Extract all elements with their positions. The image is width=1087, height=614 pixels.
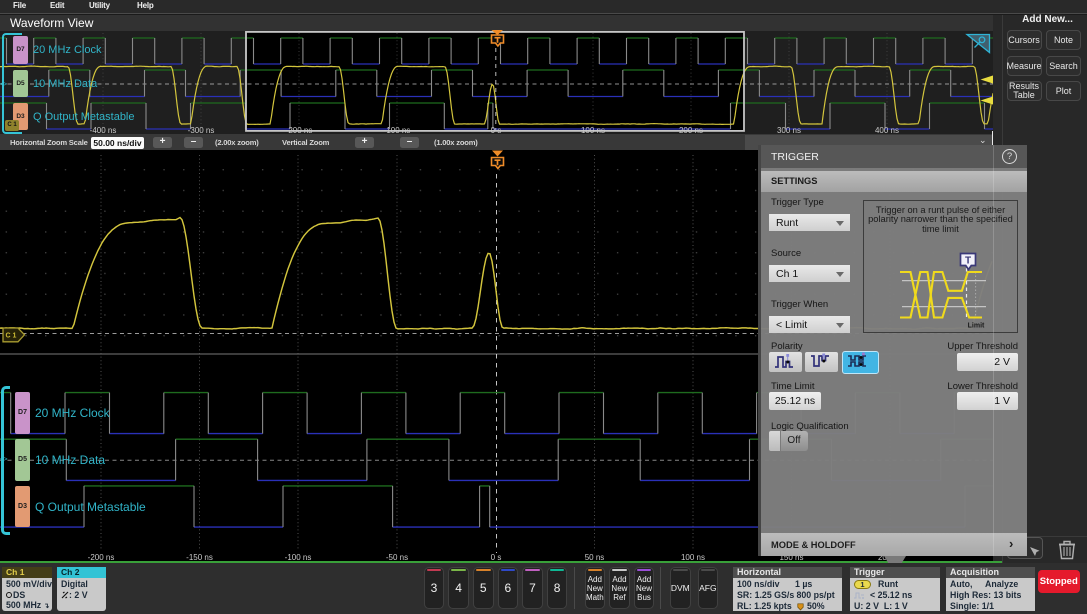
svg-text:C 1: C 1 [6, 333, 17, 340]
svg-text:Limit: Limit [968, 323, 985, 330]
svg-text:T: T [965, 256, 971, 267]
